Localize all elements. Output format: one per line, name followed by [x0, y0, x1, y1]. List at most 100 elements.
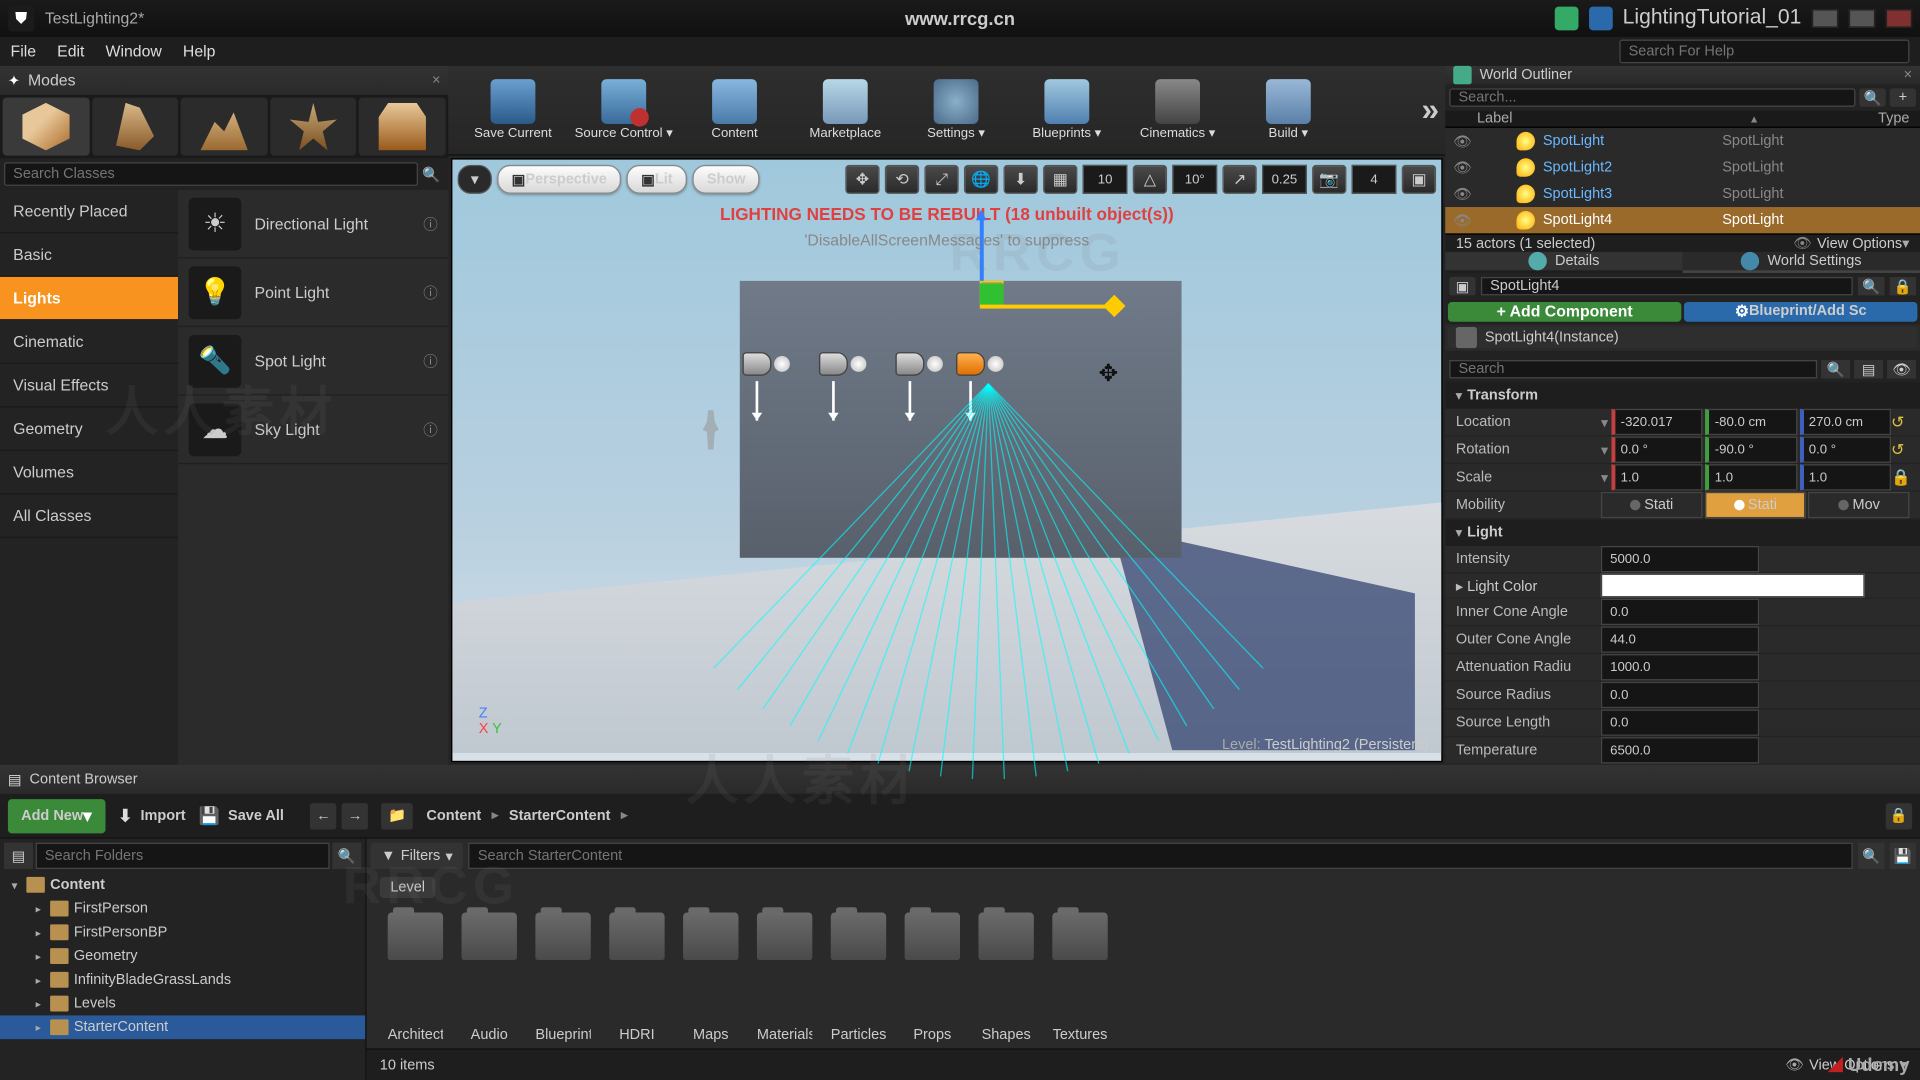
mobility-movable[interactable]: Mov	[1808, 492, 1909, 518]
category-visual-effects[interactable]: Visual Effects	[0, 364, 178, 408]
outliner-search-input[interactable]	[1449, 88, 1855, 106]
info-icon[interactable]: ⓘ	[423, 419, 438, 440]
category-volumes[interactable]: Volumes	[0, 451, 178, 495]
folder-infinitybladegrasslands[interactable]: ▸InfinityBladeGrassLands	[0, 968, 365, 992]
scale-y-input[interactable]: 1.0	[1706, 464, 1797, 490]
rotation-y-input[interactable]: -90.0 °	[1706, 436, 1797, 462]
sources-toggle-icon[interactable]: ▤	[4, 843, 33, 869]
folder-geometry[interactable]: ▸Geometry	[0, 944, 365, 968]
place-item-spot-light[interactable]: 🔦Spot Lightⓘ	[178, 327, 448, 396]
outliner-row[interactable]: 👁SpotLight2SpotLight	[1445, 154, 1920, 180]
landscape-mode-tab[interactable]	[181, 98, 267, 156]
location-x-input[interactable]: -320.017	[1611, 409, 1702, 435]
mobility-static[interactable]: Stati	[1601, 492, 1702, 518]
search-icon[interactable]: 🔍	[418, 162, 444, 186]
messages-icon[interactable]	[1554, 7, 1578, 31]
forward-button[interactable]: →	[342, 802, 368, 828]
visibility-icon[interactable]: 👁	[1453, 133, 1471, 150]
gizmo-y-axis[interactable]	[980, 284, 1004, 305]
inner-cone-input[interactable]: 0.0	[1601, 599, 1759, 625]
import-button[interactable]: ⬇ Import	[118, 805, 185, 826]
filters-button[interactable]: ▼ Filters ▾	[371, 843, 464, 869]
visibility-icon[interactable]: 👁	[1453, 159, 1471, 176]
rotation-z-input[interactable]: 0.0 °	[1800, 436, 1891, 462]
market-button[interactable]: Marketplace	[791, 71, 899, 150]
back-button[interactable]: ←	[310, 802, 336, 828]
cine-button[interactable]: Cinematics ▾	[1124, 71, 1232, 150]
world-settings-tab[interactable]: World Settings	[1683, 252, 1920, 273]
asset-folder[interactable]	[462, 913, 517, 960]
content-button[interactable]: Content	[680, 71, 788, 150]
camera-speed-button[interactable]: 📷	[1312, 165, 1346, 194]
search-icon[interactable]: 🔍	[1821, 360, 1850, 378]
folder-firstpersonbp[interactable]: ▸FirstPersonBP	[0, 920, 365, 944]
toolbar-overflow-icon[interactable]: »	[1422, 92, 1440, 129]
mobility-stationary[interactable]: Stati	[1705, 492, 1806, 518]
add-actor-icon[interactable]: +	[1890, 88, 1916, 106]
spotlight-actor[interactable]	[742, 352, 782, 384]
asset-folder[interactable]	[757, 913, 812, 960]
menu-help[interactable]: Help	[183, 42, 216, 60]
angle-snap-value[interactable]: 10°	[1172, 165, 1217, 194]
scale-snap-value[interactable]: 0.25	[1262, 165, 1307, 194]
reset-icon[interactable]: ↺	[1891, 413, 1909, 431]
lock-scale-icon[interactable]: 🔒	[1891, 468, 1909, 486]
component-root[interactable]: SpotLight4(Instance)	[1448, 326, 1917, 347]
bp-button[interactable]: Blueprints ▾	[1013, 71, 1121, 150]
scale-x-input[interactable]: 1.0	[1611, 464, 1702, 490]
asset-folder[interactable]	[609, 913, 664, 960]
close-tab-icon[interactable]: ×	[432, 73, 440, 89]
breadcrumb[interactable]: Content▸ StarterContent▸	[426, 808, 627, 824]
scm-button[interactable]: Source Control ▾	[570, 71, 678, 150]
grid-snap-button[interactable]: ▦	[1043, 165, 1077, 194]
gizmo-x-axis[interactable]	[980, 305, 1112, 309]
spotlight-actor-selected[interactable]	[956, 352, 996, 384]
category-basic[interactable]: Basic	[0, 233, 178, 277]
asset-folder[interactable]	[683, 913, 738, 960]
close-button[interactable]	[1886, 9, 1912, 27]
translate-tool-button[interactable]: ✥	[845, 165, 879, 194]
info-icon[interactable]: ⓘ	[423, 350, 438, 371]
scene-3d[interactable]: ✥	[452, 160, 1441, 761]
outliner-row[interactable]: 👁SpotLight3SpotLight	[1445, 181, 1920, 207]
transform-category[interactable]: ▾Transform	[1445, 382, 1920, 408]
location-z-input[interactable]: 270.0 cm	[1800, 409, 1891, 435]
outliner-row[interactable]: 👁SpotLight4SpotLight	[1445, 207, 1920, 233]
category-cinematic[interactable]: Cinematic	[0, 320, 178, 364]
search-help-input[interactable]	[1619, 40, 1909, 64]
paint-mode-tab[interactable]	[92, 98, 178, 156]
place-item-sky-light[interactable]: ☁Sky Lightⓘ	[178, 396, 448, 465]
show-button[interactable]: Show	[692, 165, 760, 194]
intensity-input[interactable]: 5000.0	[1601, 546, 1759, 572]
details-tab[interactable]: Details	[1445, 252, 1682, 273]
outliner-row[interactable]: 👁SpotLightSpotLight	[1445, 128, 1920, 154]
asset-folder[interactable]	[831, 913, 886, 960]
camera-speed-value[interactable]: 4	[1352, 165, 1397, 194]
menu-window[interactable]: Window	[106, 42, 162, 60]
filter-tag[interactable]: Level	[380, 877, 436, 898]
search-icon[interactable]: 🔍	[1858, 843, 1884, 869]
folder-firstperson[interactable]: ▸FirstPerson	[0, 897, 365, 921]
lock-path-icon[interactable]: 🔒	[1886, 802, 1912, 828]
scale-tool-button[interactable]: ⤢	[924, 165, 958, 194]
temperature-input[interactable]: 6500.0	[1601, 737, 1759, 763]
light-category[interactable]: ▾Light	[1445, 520, 1920, 546]
attenuation-input[interactable]: 1000.0	[1601, 654, 1759, 680]
geometry-mode-tab[interactable]	[359, 98, 445, 156]
spotlight-actor[interactable]	[819, 352, 859, 384]
search-classes-input[interactable]	[4, 162, 418, 186]
asset-folder[interactable]	[905, 913, 960, 960]
asset-folder[interactable]	[535, 913, 590, 960]
grid-snap-value[interactable]: 10	[1083, 165, 1128, 194]
save-button[interactable]: Save Current	[459, 71, 567, 150]
maximize-viewport-button[interactable]: ▣	[1402, 165, 1436, 194]
viewport[interactable]: ▾ ▣ Perspective ▣ Lit Show ✥ ⟲ ⤢ 🌐 ⬇ ▦ 1…	[451, 158, 1443, 762]
info-icon[interactable]: ⓘ	[423, 282, 438, 303]
foliage-mode-tab[interactable]	[270, 98, 356, 156]
search-assets-input[interactable]	[469, 843, 1853, 869]
perspective-button[interactable]: ▣ Perspective	[497, 165, 621, 194]
browse-icon[interactable]: 🔍	[1858, 277, 1884, 295]
visibility-icon[interactable]: 👁	[1453, 212, 1471, 229]
settings-button[interactable]: Settings ▾	[902, 71, 1010, 150]
category-lights[interactable]: Lights	[0, 277, 178, 321]
